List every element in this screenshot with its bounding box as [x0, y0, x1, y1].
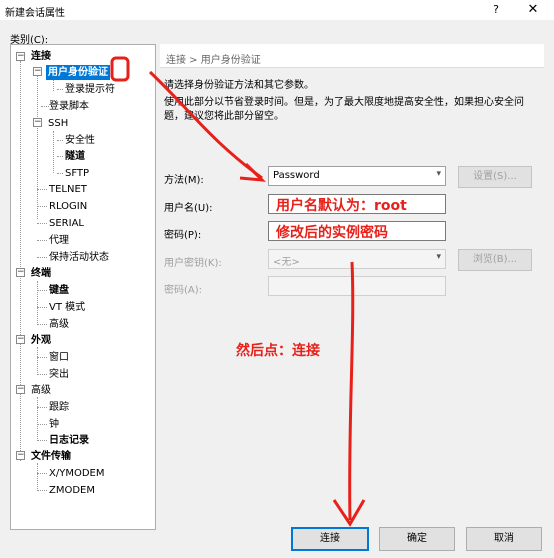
tree-item-sftp[interactable]: SFTP — [65, 166, 89, 181]
method-value: Password — [273, 170, 320, 181]
tree-item-terminal[interactable]: 终端 — [31, 266, 51, 281]
tree-item-appearance[interactable]: 外观 — [31, 333, 51, 348]
title-bar: 新建会话属性 ? ✕ — [0, 0, 554, 20]
chevron-down-icon: ▾ — [436, 252, 441, 262]
tree-item-xymodem[interactable]: X/YMODEM — [49, 466, 104, 481]
user-key-label: 用户密钥(K): — [164, 258, 222, 269]
username-annotation: 用户名默认为：root — [276, 198, 407, 214]
passphrase-input[interactable] — [268, 276, 446, 296]
collapse-user-auth-icon[interactable]: − — [33, 67, 42, 76]
tree-item-user-auth[interactable]: 用户身份验证 — [46, 65, 110, 80]
window-title: 新建会话属性 — [5, 8, 65, 19]
tree-item-serial[interactable]: SERIAL — [49, 216, 84, 231]
connect-button[interactable]: 连接 — [291, 527, 369, 551]
close-button[interactable]: ✕ — [524, 2, 542, 18]
instruction-text: 请选择身份验证方法和其它参数。 — [164, 80, 314, 91]
collapse-file-transfer-icon[interactable]: − — [16, 451, 25, 460]
tree-item-window[interactable]: 窗口 — [49, 350, 69, 365]
tree-item-keyboard[interactable]: 键盘 — [49, 283, 69, 298]
tree-item-rlogin[interactable]: RLOGIN — [49, 199, 87, 214]
help-button[interactable]: ? — [488, 3, 504, 17]
collapse-appearance-icon[interactable]: − — [16, 335, 25, 344]
tree-item-login-prompt[interactable]: 登录提示符 — [65, 82, 115, 97]
tree-item-ssh[interactable]: SSH — [48, 116, 68, 131]
tree-item-bell[interactable]: 钟 — [49, 417, 59, 432]
tree-item-vt-mode[interactable]: VT 模式 — [49, 300, 85, 315]
collapse-terminal-icon[interactable]: − — [16, 268, 25, 277]
collapse-connection-icon[interactable]: − — [16, 52, 25, 61]
method-select[interactable]: Password ▾ — [268, 166, 446, 186]
user-key-value: <无> — [273, 257, 300, 268]
tree-item-keepalive[interactable]: 保持活动状态 — [49, 250, 109, 265]
username-label: 用户名(U): — [164, 203, 213, 214]
tree-item-connection[interactable]: 连接 — [31, 49, 51, 64]
breadcrumb: 连接 > 用户身份验证 — [160, 44, 544, 68]
tree-item-highlight[interactable]: 突出 — [49, 367, 69, 382]
tree-item-file-transfer[interactable]: 文件传输 — [31, 449, 71, 464]
tree-item-login-script[interactable]: 登录脚本 — [49, 99, 89, 114]
method-label: 方法(M): — [164, 175, 204, 186]
settings-button[interactable]: 设置(S)... — [458, 166, 532, 188]
tree-item-advanced[interactable]: 高级 — [31, 383, 51, 398]
passphrase-label: 密码(A): — [164, 285, 203, 296]
tree-item-trace[interactable]: 跟踪 — [49, 400, 69, 415]
browse-button[interactable]: 浏览(B)... — [458, 249, 532, 271]
tree-item-proxy[interactable]: 代理 — [49, 233, 69, 248]
chevron-down-icon: ▾ — [436, 169, 441, 179]
tree-item-tunnel[interactable]: 隧道 — [65, 149, 85, 164]
user-key-select[interactable]: <无> ▾ — [268, 249, 446, 269]
password-annotation: 修改后的实例密码 — [276, 225, 388, 241]
description-text: 使用此部分以节省登录时间。但是，为了最大限度地提高安全性，如果担心安全问题，建议… — [164, 97, 524, 122]
collapse-ssh-icon[interactable]: − — [33, 118, 42, 127]
tree-item-telnet[interactable]: TELNET — [49, 182, 87, 197]
tree-item-security[interactable]: 安全性 — [65, 133, 95, 148]
settings-panel: 连接 > 用户身份验证 请选择身份验证方法和其它参数。 使用此部分以节省登录时间… — [160, 44, 544, 530]
collapse-advanced-icon[interactable]: − — [16, 385, 25, 394]
cancel-button[interactable]: 取消 — [466, 527, 542, 551]
tree-item-terminal-advanced[interactable]: 高级 — [49, 317, 69, 332]
category-tree[interactable]: − − − − − − − 连接 用户身份验证 登录提示符 登录脚本 SSH 安… — [10, 44, 156, 530]
password-label: 密码(P): — [164, 230, 202, 241]
ok-button[interactable]: 确定 — [379, 527, 455, 551]
tree-item-logging[interactable]: 日志记录 — [49, 433, 89, 448]
tree-item-zmodem[interactable]: ZMODEM — [49, 483, 95, 498]
then-click-annotation: 然后点：连接 — [236, 343, 320, 359]
